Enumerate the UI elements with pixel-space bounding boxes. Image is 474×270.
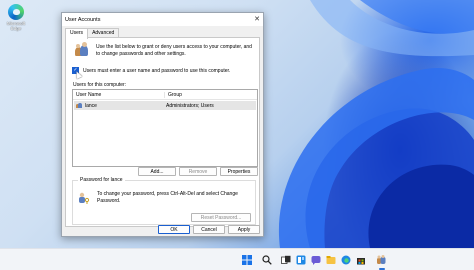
add-button[interactable]: Add... [138,167,176,176]
users-list-header: User Name Group [73,90,257,100]
reset-password-button[interactable]: Reset Password... [191,213,251,222]
require-password-label[interactable]: Users must enter a user name and passwor… [83,68,230,74]
edge-icon-label: Microsoft Edge [6,21,26,31]
chat-icon[interactable] [311,255,321,265]
close-icon[interactable]: ✕ [251,14,263,26]
row-group: Administrators; Users [166,102,214,109]
ok-button[interactable]: OK [158,225,190,234]
column-header-group[interactable]: Group [165,92,182,98]
dialog-title: User Accounts [65,16,101,23]
properties-button[interactable]: Properties [220,167,258,176]
password-instructions: To change your password, press Ctrl-Alt-… [97,191,238,204]
user-accounts-dialog: User Accounts ✕ Users Advanced Use the l… [61,12,264,237]
tab-strip: Users Advanced [65,28,120,39]
intro-text: Use the list below to grant or deny user… [96,44,252,57]
row-user-name: lance [85,102,97,109]
password-group: Password for lance To change your passwo… [72,177,256,225]
search-icon[interactable] [262,255,272,265]
task-view-icon[interactable] [281,255,291,265]
column-header-user-name[interactable]: User Name [73,91,165,98]
tab-users[interactable]: Users [65,28,89,39]
user-accounts-taskbar-icon[interactable] [377,255,387,265]
edge-icon [8,4,24,20]
users-list-label: Users for this computer: [73,82,127,88]
widgets-icon[interactable] [296,255,306,265]
start-icon[interactable] [242,255,252,265]
wallpaper-bloom [278,0,474,248]
file-explorer-icon[interactable] [326,255,336,265]
users-list[interactable]: User Name Group lance Administrators; Us… [72,89,258,167]
users-icon [75,42,89,57]
store-icon[interactable] [356,255,366,265]
password-group-title: Password for lance [78,177,125,183]
edge-taskbar-icon[interactable] [341,255,351,265]
table-row[interactable]: lance Administrators; Users [74,101,256,110]
apply-button[interactable]: Apply [228,225,260,234]
user-icon [76,103,82,108]
taskbar [0,248,474,270]
require-password-row: ✓ Users must enter a user name and passw… [72,67,230,74]
remove-button[interactable]: Remove [179,167,217,176]
users-tab-panel: Use the list below to grant or deny user… [65,37,260,227]
cancel-button[interactable]: Cancel [193,225,225,234]
user-key-icon [79,192,90,204]
title-bar[interactable]: User Accounts ✕ [62,13,263,26]
edge-desktop-shortcut[interactable]: Microsoft Edge [3,4,29,31]
